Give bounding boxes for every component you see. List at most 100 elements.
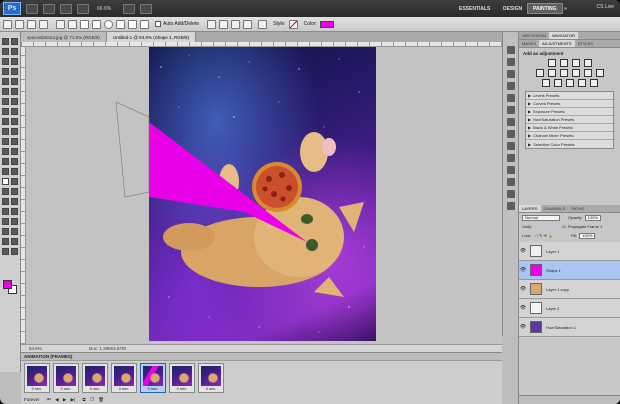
link-icon[interactable] xyxy=(258,19,268,29)
gradient-tool-icon[interactable] xyxy=(11,148,18,155)
foreground-color-swatch[interactable] xyxy=(3,280,12,289)
selective-color-icon[interactable] xyxy=(589,79,598,87)
threshold-icon[interactable] xyxy=(565,79,574,87)
eyedropper-tool-icon[interactable] xyxy=(2,88,9,95)
zoom-tool-icon[interactable] xyxy=(2,248,9,255)
healing-tool-icon[interactable] xyxy=(11,98,18,105)
path-subtract-icon[interactable] xyxy=(219,19,229,29)
brush-tool-icon[interactable] xyxy=(2,108,9,115)
lasso-tool-icon[interactable] xyxy=(2,58,9,65)
clone-tool-icon[interactable] xyxy=(2,118,9,125)
brushes-panel-icon[interactable] xyxy=(507,70,515,78)
shape-layers-icon[interactable] xyxy=(15,19,24,29)
tab-navigator[interactable]: NAVIGATOR xyxy=(549,32,579,39)
type-tool-icon[interactable] xyxy=(2,188,9,195)
pen-icon[interactable] xyxy=(56,19,65,29)
visibility-eye-icon[interactable]: 👁 xyxy=(519,286,527,292)
arrange-documents-icon[interactable] xyxy=(123,3,136,14)
layer-comps-panel-icon[interactable] xyxy=(507,154,515,162)
photo-filter-icon[interactable] xyxy=(583,69,592,77)
type-tool-icon[interactable] xyxy=(11,188,18,195)
crop-tool-icon[interactable] xyxy=(11,78,18,85)
move-tool-icon[interactable] xyxy=(2,38,9,45)
gradient-tool-icon[interactable] xyxy=(2,148,9,155)
cs-live-button[interactable]: CS Live xyxy=(596,4,614,10)
auto-add-delete-checkbox[interactable] xyxy=(155,21,161,27)
shape-tool-icon[interactable] xyxy=(2,208,9,215)
animation-frame-selected[interactable]: 0 sec. xyxy=(140,363,166,393)
blur-tool-icon[interactable] xyxy=(2,158,9,165)
channel-mixer-icon[interactable] xyxy=(595,69,604,77)
next-frame-icon[interactable]: ▶| xyxy=(71,397,76,402)
tab-masks[interactable]: MASKS xyxy=(519,40,539,47)
actions-panel-icon[interactable] xyxy=(507,58,515,66)
color-swatch[interactable] xyxy=(320,20,334,28)
preset-levels[interactable]: ▶ Levels Presets xyxy=(526,92,613,100)
freeform-pen-icon[interactable] xyxy=(68,19,77,29)
layer-row[interactable]: 👁 Hue/Saturation 1 xyxy=(519,318,620,337)
animation-frame[interactable]: 0 sec. xyxy=(82,363,108,393)
tab-untitled-1[interactable]: Untitled-1 @ 84.6% (Shape 1, RGB/8) xyxy=(106,32,196,42)
brush-tool-icon[interactable] xyxy=(11,108,18,115)
frame-duration[interactable]: 0 sec. xyxy=(54,386,78,391)
visibility-eye-icon[interactable]: 👁 xyxy=(519,267,527,273)
visibility-eye-icon[interactable]: 👁 xyxy=(519,324,527,330)
shape-tool-icon[interactable] xyxy=(11,208,18,215)
blend-mode-select[interactable]: Normal xyxy=(522,214,560,221)
zoom-level[interactable]: 66.6% xyxy=(97,6,111,12)
history-panel-icon[interactable] xyxy=(507,46,515,54)
clone-source-panel-icon[interactable] xyxy=(507,82,515,90)
eraser-tool-icon[interactable] xyxy=(2,138,9,145)
eyedropper-tool-icon[interactable] xyxy=(11,88,18,95)
hand-icon[interactable] xyxy=(60,3,72,14)
style-picker[interactable] xyxy=(288,19,298,29)
paths-icon[interactable] xyxy=(27,19,36,29)
animation-frame[interactable]: 0 sec. xyxy=(53,363,79,393)
workspace-more-icon[interactable]: » xyxy=(559,3,572,14)
preset-black-white[interactable]: ▶ Black & White Presets xyxy=(526,124,613,132)
propagate-checkbox[interactable]: ☑ xyxy=(562,224,566,229)
invert-icon[interactable] xyxy=(541,79,550,87)
zoom-icon[interactable] xyxy=(77,3,89,14)
layer-row[interactable]: 👁 Shape 1 xyxy=(519,261,620,280)
color-panel-icon[interactable] xyxy=(507,94,515,102)
paragraph-panel-icon[interactable] xyxy=(507,130,515,138)
prev-frame-icon[interactable]: ◀ xyxy=(55,397,58,402)
move-tool-icon[interactable] xyxy=(11,38,18,45)
posterize-icon[interactable] xyxy=(553,79,562,87)
animation-frame[interactable]: 0 sec. xyxy=(24,363,50,393)
path-add-icon[interactable] xyxy=(207,19,217,29)
document-workspace[interactable] xyxy=(21,42,502,344)
brightness-contrast-icon[interactable] xyxy=(547,59,556,67)
3d-panel-icon[interactable] xyxy=(507,190,515,198)
line-icon[interactable] xyxy=(128,19,137,29)
3d-rotate-tool-icon[interactable] xyxy=(11,218,18,225)
status-zoom[interactable]: 84.6% xyxy=(29,346,69,351)
crop-tool-icon[interactable] xyxy=(2,78,9,85)
curves-icon[interactable] xyxy=(571,59,580,67)
vertical-ruler[interactable] xyxy=(21,47,26,344)
animation-panel-title[interactable]: ANIMATION (FRAMES) xyxy=(21,353,502,361)
frame-duration[interactable]: 0 sec. xyxy=(170,386,194,391)
history-tool-icon[interactable] xyxy=(11,128,18,135)
measurement-panel-icon[interactable] xyxy=(507,202,515,210)
mini-bridge-icon[interactable] xyxy=(43,3,55,14)
fill-pixels-icon[interactable] xyxy=(39,19,48,29)
fill-input[interactable]: 100% xyxy=(579,232,596,239)
layer-row[interactable]: 👁 Layer 1 xyxy=(519,242,620,261)
history-tool-icon[interactable] xyxy=(2,128,9,135)
3d-rotate-tool-icon[interactable] xyxy=(2,218,9,225)
dodge-tool-icon[interactable] xyxy=(11,168,18,175)
preset-exposure[interactable]: ▶ Exposure Presets xyxy=(526,108,613,116)
path-exclude-icon[interactable] xyxy=(243,19,253,29)
path-select-tool-icon[interactable] xyxy=(2,198,9,205)
quick-select-tool-icon[interactable] xyxy=(2,68,9,75)
dodge-tool-icon[interactable] xyxy=(2,168,9,175)
swatches-panel-icon[interactable] xyxy=(507,106,515,114)
workspace-design[interactable]: DESIGN xyxy=(498,3,527,14)
hand-tool-icon[interactable] xyxy=(11,238,18,245)
rounded-rectangle-icon[interactable] xyxy=(92,19,101,29)
preset-hue-saturation[interactable]: ▶ Hue/Saturation Presets xyxy=(526,116,613,124)
pen-tool-icon[interactable] xyxy=(11,178,18,185)
clone-tool-icon[interactable] xyxy=(11,118,18,125)
